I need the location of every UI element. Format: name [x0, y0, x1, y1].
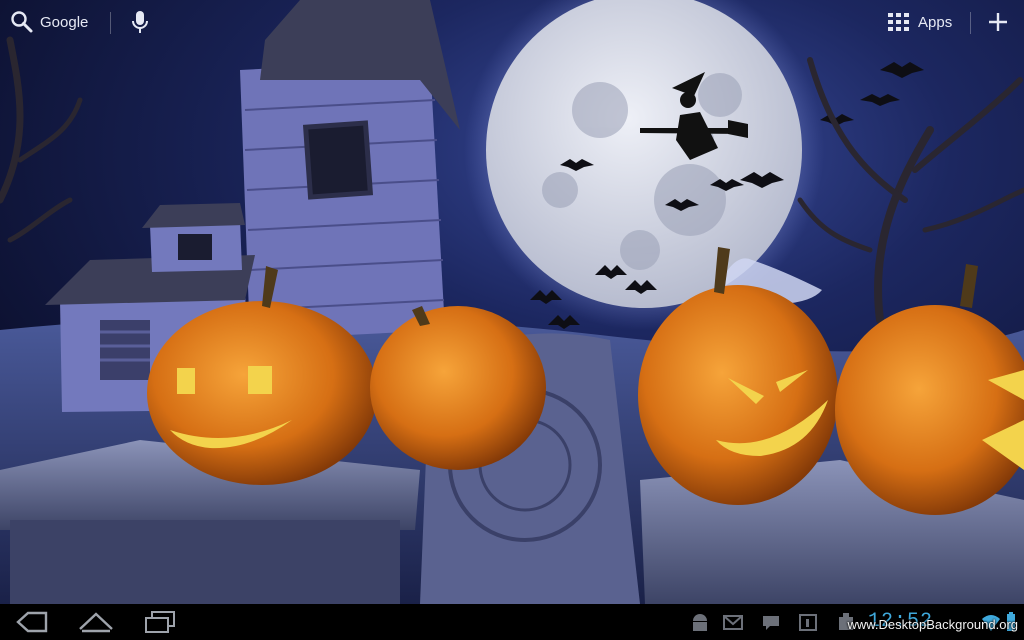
apps-button[interactable]: Apps	[888, 8, 952, 36]
talk-icon	[763, 616, 779, 630]
google-search-label: Google	[40, 13, 89, 31]
calendar-icon	[799, 614, 817, 631]
apps-grid-icon	[888, 13, 909, 31]
android-debug-icon	[693, 614, 707, 631]
apps-divider	[970, 12, 971, 34]
home-icon	[79, 612, 113, 633]
watermark-text: www.DesktopBackground.org	[847, 617, 1018, 632]
home-top-bar: Google Apps	[0, 0, 1024, 44]
plus-icon	[989, 13, 1007, 31]
google-search-button[interactable]: Google	[10, 8, 88, 36]
add-to-home-button[interactable]	[986, 9, 1010, 35]
voice-search-button[interactable]	[128, 9, 152, 35]
home-button[interactable]	[76, 609, 116, 635]
gmail-icon	[723, 615, 743, 630]
recent-apps-icon	[145, 611, 175, 633]
microphone-icon	[132, 11, 148, 33]
back-icon	[16, 611, 48, 633]
search-icon	[11, 11, 33, 33]
halloween-live-wallpaper	[0, 0, 1024, 604]
back-button[interactable]	[12, 609, 52, 635]
search-divider	[110, 12, 111, 34]
recent-apps-button[interactable]	[140, 609, 180, 635]
apps-label: Apps	[918, 13, 953, 31]
